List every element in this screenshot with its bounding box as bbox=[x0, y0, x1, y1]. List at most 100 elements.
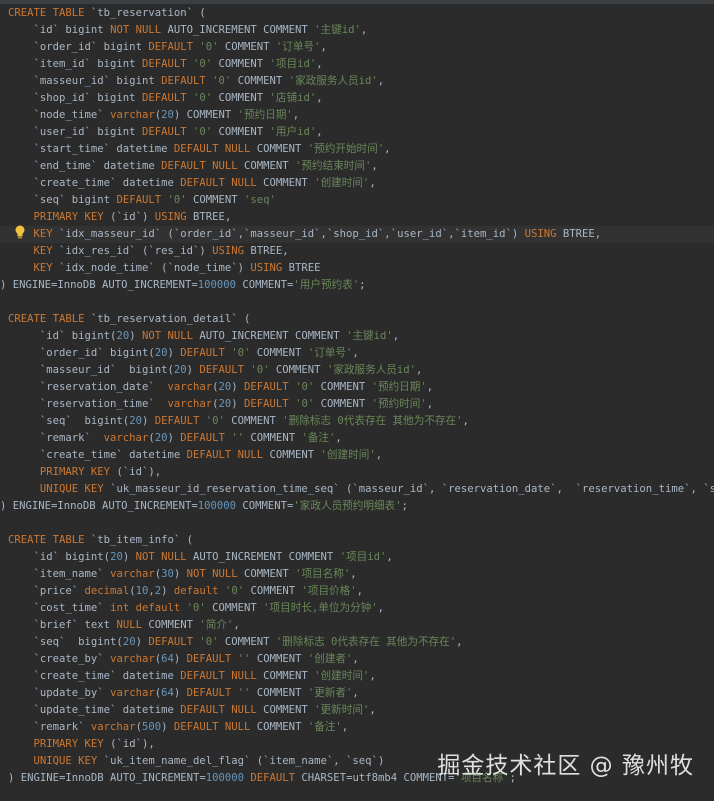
code-token: DEFAULT NULL bbox=[180, 704, 264, 716]
code-token: COMMENT bbox=[212, 92, 270, 104]
code-line[interactable]: `create_time` datetime DEFAULT NULL COMM… bbox=[0, 668, 714, 685]
code-token: COMMENT bbox=[256, 721, 308, 733]
code-line[interactable]: `item_id` bigint DEFAULT '0' COMMENT '项目… bbox=[0, 56, 714, 73]
code-token: 'seq' bbox=[244, 194, 276, 206]
code-token: `remark` bbox=[39, 432, 104, 444]
code-line[interactable]: CREATE TABLE `tb_reservation_detail` ( bbox=[0, 311, 714, 328]
code-line[interactable]: `node_time` varchar(20) COMMENT '预约日期', bbox=[0, 107, 714, 124]
code-token: AUTO_INCREMENT COMMENT bbox=[199, 330, 347, 342]
code-editor[interactable]: CREATE TABLE `tb_reservation` ( `id` big… bbox=[0, 5, 714, 801]
code-line[interactable]: `create_by` varchar(64) DEFAULT '' COMME… bbox=[0, 651, 714, 668]
code-line-text: `seq` bigint DEFAULT '0' COMMENT 'seq' bbox=[8, 192, 276, 209]
code-token: 20 bbox=[161, 109, 174, 121]
code-line[interactable]: `create_time` datetime DEFAULT NULL COMM… bbox=[0, 447, 714, 464]
code-line[interactable]: KEY `idx_node_time` (`node_time`) USING … bbox=[0, 260, 714, 277]
code-line[interactable]: `item_name` varchar(30) NOT NULL COMMENT… bbox=[0, 566, 714, 583]
code-token: DEFAULT bbox=[244, 398, 296, 410]
code-line[interactable]: `end_time` datetime DEFAULT NULL COMMENT… bbox=[0, 158, 714, 175]
code-line[interactable]: `cost_time` int default '0' COMMENT '项目时… bbox=[0, 600, 714, 617]
code-line-text: `seq` bigint(20) DEFAULT '0' COMMENT '删除… bbox=[8, 413, 469, 430]
code-line[interactable]: `seq` bigint(20) DEFAULT '0' COMMENT '删除… bbox=[0, 634, 714, 651]
code-token: NOT NULL bbox=[110, 24, 168, 36]
code-token: COMMENT bbox=[218, 636, 276, 648]
code-token: '0' bbox=[205, 415, 225, 427]
code-line[interactable]: `order_id` bigint(20) DEFAULT '0' COMMEN… bbox=[0, 345, 714, 362]
code-line[interactable]: PRIMARY KEY (`id`) USING BTREE, bbox=[0, 209, 714, 226]
code-line[interactable]: `masseur_id` bigint DEFAULT '0' COMMENT … bbox=[0, 73, 714, 90]
code-token: '0' bbox=[186, 602, 206, 614]
code-line[interactable]: `remark` varchar(20) DEFAULT '' COMMENT … bbox=[0, 430, 714, 447]
code-line[interactable] bbox=[0, 294, 714, 311]
code-token: , bbox=[335, 432, 342, 444]
code-token: '订单号' bbox=[275, 41, 321, 53]
code-line[interactable]: `price` decimal(10,2) default '0' COMMEN… bbox=[0, 583, 714, 600]
code-token: DEFAULT NULL bbox=[173, 721, 257, 733]
code-line[interactable]: `reservation_time` varchar(20) DEFAULT '… bbox=[0, 396, 714, 413]
code-line[interactable]: `id` bigint NOT NULL AUTO_INCREMENT COMM… bbox=[0, 22, 714, 39]
code-token: NOT NULL bbox=[141, 330, 200, 342]
code-token: COMMENT bbox=[231, 75, 289, 87]
code-line[interactable]: CREATE TABLE `tb_item_info` ( bbox=[0, 532, 714, 549]
code-line-text: `remark` varchar(500) DEFAULT NULL COMME… bbox=[8, 719, 349, 736]
code-token: '用户预约表' bbox=[293, 279, 360, 291]
lightbulb-icon[interactable] bbox=[14, 225, 26, 239]
code-token: , bbox=[320, 41, 327, 53]
code-token: '订单号' bbox=[307, 347, 353, 359]
code-token: `seq` bigint bbox=[33, 194, 117, 206]
code-line[interactable]: `seq` bigint DEFAULT '0' COMMENT 'seq' bbox=[0, 192, 714, 209]
code-line[interactable]: ) ENGINE=InnoDB AUTO_INCREMENT=100000 CO… bbox=[0, 277, 714, 294]
code-token: (`id`), bbox=[116, 466, 162, 478]
code-line[interactable] bbox=[0, 515, 714, 532]
code-line-text: `user_id` bigint DEFAULT '0' COMMENT '用户… bbox=[8, 124, 323, 141]
code-line-text: CREATE TABLE `tb_reservation` ( bbox=[8, 5, 206, 22]
code-token: `id` bigint( bbox=[39, 330, 117, 342]
code-token: DEFAULT bbox=[186, 687, 238, 699]
code-line[interactable]: `start_time` datetime DEFAULT NULL COMME… bbox=[0, 141, 714, 158]
code-token: default bbox=[173, 585, 225, 597]
code-token: '店铺id' bbox=[269, 92, 317, 104]
code-line[interactable]: `remark` varchar(500) DEFAULT NULL COMME… bbox=[0, 719, 714, 736]
code-token: ) bbox=[135, 636, 149, 648]
code-token: COMMENT bbox=[263, 670, 315, 682]
code-line-text: `reservation_date` varchar(20) DEFAULT '… bbox=[8, 379, 433, 396]
code-token: 20 bbox=[218, 381, 232, 393]
code-token: decimal bbox=[84, 585, 130, 597]
code-line[interactable]: CREATE TABLE `tb_reservation` ( bbox=[0, 5, 714, 22]
code-line[interactable]: `brief` text NULL COMMENT '简介', bbox=[0, 617, 714, 634]
code-line[interactable]: `order_id` bigint DEFAULT '0' COMMENT '订… bbox=[0, 39, 714, 56]
code-token: ) bbox=[173, 568, 187, 580]
code-line[interactable]: `update_by` varchar(64) DEFAULT '' COMME… bbox=[0, 685, 714, 702]
code-line[interactable]: ) ENGINE=InnoDB AUTO_INCREMENT=100000 CO… bbox=[0, 498, 714, 515]
code-token: varchar bbox=[167, 398, 213, 410]
code-token: '0' bbox=[295, 398, 315, 410]
code-line[interactable]: `user_id` bigint DEFAULT '0' COMMENT '用户… bbox=[0, 124, 714, 141]
code-line[interactable]: PRIMARY KEY (`id`), bbox=[0, 464, 714, 481]
code-token: `start_time` datetime bbox=[33, 143, 174, 155]
code-line[interactable]: `create_time` datetime DEFAULT NULL COMM… bbox=[0, 175, 714, 192]
code-line[interactable]: `update_time` datetime DEFAULT NULL COMM… bbox=[0, 702, 714, 719]
code-line-text: `price` decimal(10,2) default '0' COMMEN… bbox=[8, 583, 364, 600]
code-token: , bbox=[462, 415, 469, 427]
code-token: ) ENGINE=InnoDB AUTO_INCREMENT= bbox=[0, 279, 198, 291]
code-line-text: `start_time` datetime DEFAULT NULL COMME… bbox=[8, 141, 391, 158]
code-token: '0' bbox=[231, 347, 251, 359]
code-line[interactable]: `id` bigint(20) NOT NULL AUTO_INCREMENT … bbox=[0, 328, 714, 345]
code-line[interactable]: `seq` bigint(20) DEFAULT '0' COMMENT '删除… bbox=[0, 413, 714, 430]
code-line[interactable]: `masseur_id` bigint(20) DEFAULT '0' COMM… bbox=[0, 362, 714, 379]
code-line[interactable]: `shop_id` bigint DEFAULT '0' COMMENT '店铺… bbox=[0, 90, 714, 107]
code-line[interactable]: UNIQUE KEY `uk_masseur_id_reservation_ti… bbox=[0, 481, 714, 498]
code-token: CREATE TABLE bbox=[8, 7, 91, 19]
code-token: , bbox=[369, 670, 376, 682]
code-line[interactable]: `reservation_date` varchar(20) DEFAULT '… bbox=[0, 379, 714, 396]
code-token: , bbox=[369, 177, 376, 189]
code-line[interactable]: `id` bigint(20) NOT NULL AUTO_INCREMENT … bbox=[0, 549, 714, 566]
code-line[interactable]: KEY `idx_res_id` (`res_id`) USING BTREE, bbox=[0, 243, 714, 260]
code-line[interactable]: KEY `idx_masseur_id` (`order_id`,`masseu… bbox=[0, 226, 714, 243]
